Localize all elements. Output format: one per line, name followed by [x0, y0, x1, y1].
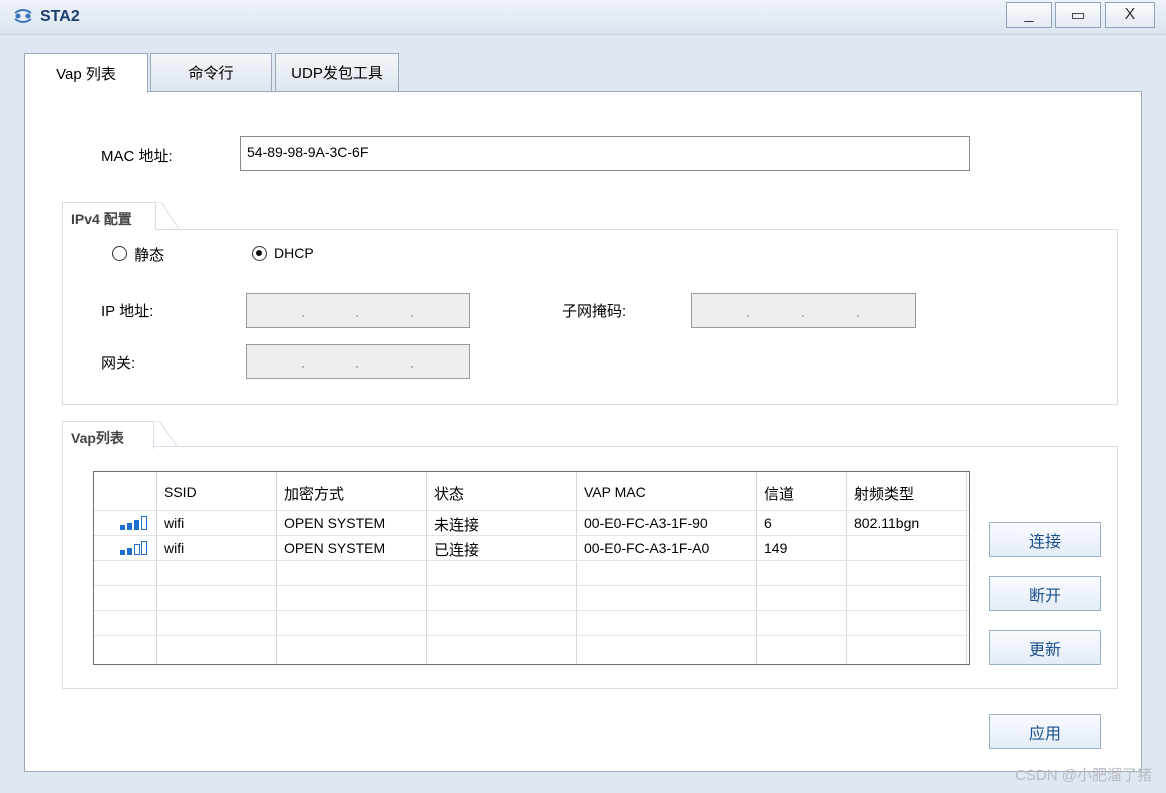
- window-title: STA2: [40, 8, 80, 25]
- static-radio-label: 静态: [134, 247, 165, 264]
- column-header-channel[interactable]: 信道: [764, 483, 794, 504]
- watermark: CSDN @小肥溜了猪: [1015, 767, 1152, 784]
- row-status[interactable]: 未连接: [434, 514, 479, 535]
- ip-dot: ·: [355, 308, 359, 322]
- ip-dot: ·: [355, 359, 359, 373]
- ip-dot: ·: [801, 308, 805, 322]
- column-header-encryption[interactable]: 加密方式: [284, 483, 344, 504]
- disconnect-button[interactable]: 断开: [989, 576, 1101, 611]
- row-channel[interactable]: 149: [764, 540, 787, 556]
- ipv4-group-title: IPv4 配置: [62, 202, 156, 230]
- ip-dot: ·: [856, 308, 860, 322]
- network-icon: [14, 9, 32, 23]
- tab-label: UDP发包工具: [291, 65, 383, 82]
- row-vap-mac[interactable]: 00-E0-FC-A3-1F-A0: [584, 540, 709, 556]
- minimize-button[interactable]: _: [1006, 2, 1052, 28]
- row-vap-mac[interactable]: 00-E0-FC-A3-1F-90: [584, 515, 708, 531]
- dhcp-radio-label: DHCP: [274, 245, 314, 261]
- gateway-label: 网关:: [101, 355, 136, 372]
- dhcp-radio[interactable]: [252, 246, 267, 261]
- subnet-mask-label: 子网掩码:: [562, 303, 627, 320]
- column-header-ssid[interactable]: SSID: [164, 484, 197, 500]
- row-channel[interactable]: 6: [764, 515, 772, 531]
- tab-label: 命令行: [188, 65, 234, 82]
- ip-dot: ·: [410, 359, 414, 373]
- row-encryption[interactable]: OPEN SYSTEM: [284, 540, 385, 556]
- close-icon: X: [1124, 6, 1136, 23]
- ip-dot: ·: [301, 308, 305, 322]
- maximize-button[interactable]: ▭: [1055, 2, 1101, 28]
- group-tab-corner: [155, 202, 179, 230]
- gateway-field[interactable]: · · ·: [246, 344, 470, 379]
- column-header-status[interactable]: 状态: [434, 483, 464, 504]
- maximize-icon: ▭: [1070, 7, 1086, 24]
- tab-udp-tool[interactable]: UDP发包工具: [275, 53, 399, 91]
- tab-vap-list[interactable]: Vap 列表: [24, 53, 148, 93]
- mac-address-field[interactable]: 54-89-98-9A-3C-6F: [240, 136, 970, 171]
- signal-strength-icon: [120, 516, 147, 530]
- column-header-radio-type[interactable]: 射频类型: [854, 483, 914, 504]
- ip-address-field[interactable]: · · ·: [246, 293, 470, 328]
- apply-button[interactable]: 应用: [989, 714, 1101, 749]
- static-radio[interactable]: [112, 246, 127, 261]
- subnet-mask-field[interactable]: · · ·: [691, 293, 916, 328]
- ip-address-label: IP 地址:: [101, 303, 154, 320]
- close-button[interactable]: X: [1105, 2, 1155, 28]
- tab-command-line[interactable]: 命令行: [150, 53, 272, 91]
- connect-button[interactable]: 连接: [989, 522, 1101, 557]
- group-tab-corner: [153, 421, 177, 447]
- row-ssid[interactable]: wifi: [164, 540, 184, 556]
- row-encryption[interactable]: OPEN SYSTEM: [284, 515, 385, 531]
- row-ssid[interactable]: wifi: [164, 515, 184, 531]
- minimize-icon: _: [1024, 6, 1034, 23]
- ip-dot: ·: [410, 308, 414, 322]
- refresh-button[interactable]: 更新: [989, 630, 1101, 665]
- row-status[interactable]: 已连接: [434, 539, 479, 560]
- vap-table[interactable]: SSID 加密方式 状态 VAP MAC 信道 射频类型 wifi OPEN S…: [93, 471, 970, 665]
- vap-group-title: Vap列表: [62, 421, 154, 449]
- column-header-vap-mac[interactable]: VAP MAC: [584, 484, 646, 500]
- ip-dot: ·: [301, 359, 305, 373]
- row-radio-type[interactable]: 802.11bgn: [854, 515, 919, 531]
- mac-label: MAC 地址:: [101, 148, 173, 165]
- signal-strength-icon: [120, 541, 147, 555]
- title-bar: [0, 0, 1166, 35]
- tab-label: Vap 列表: [56, 66, 116, 83]
- ip-dot: ·: [746, 308, 750, 322]
